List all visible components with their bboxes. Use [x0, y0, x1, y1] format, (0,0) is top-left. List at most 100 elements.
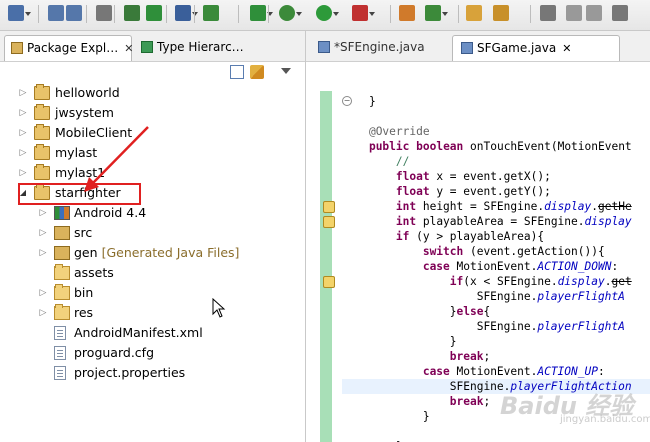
collapsed-arrow-icon[interactable]: ▷	[38, 223, 48, 243]
toolbar-separator	[268, 5, 269, 23]
tab-sfengine-java[interactable]: *SFEngine.java	[310, 35, 448, 61]
code-line[interactable]: int height = SFEngine.display.getHe	[342, 199, 650, 214]
fold-icon[interactable]: −	[342, 96, 352, 106]
tree-item-decoration: [Generated Java Files]	[101, 245, 240, 260]
code-line[interactable]: switch (event.getAction()){	[342, 244, 650, 259]
collapsed-arrow-icon[interactable]: ▷	[18, 163, 28, 183]
code-line[interactable]: case MotionEvent.ACTION_DOWN:	[342, 259, 650, 274]
forward-icon[interactable]	[586, 5, 602, 21]
code-line[interactable]: }else{	[342, 304, 650, 319]
project-icon	[34, 144, 50, 160]
code-line[interactable]: //	[342, 154, 650, 169]
tree-item-project[interactable]: ▷ jwsystem	[0, 103, 300, 123]
new-android-project-icon[interactable]	[250, 5, 273, 21]
code-line[interactable]: SFEngine.playerFlightA	[342, 319, 650, 334]
annotation-icon[interactable]	[540, 5, 556, 21]
tree-item-child[interactable]: assets	[0, 263, 300, 283]
tree-item-child[interactable]: proguard.cfg	[0, 343, 300, 363]
code-line[interactable]: }	[342, 94, 650, 109]
collapsed-arrow-icon[interactable]: ▷	[38, 243, 48, 263]
code-line[interactable]: SFEngine.playerFlightA	[342, 289, 650, 304]
new-package-icon[interactable]	[399, 5, 415, 21]
tab-sfgame-java[interactable]: SFGame.java ✕	[452, 35, 620, 61]
tree-item-label: src	[74, 223, 92, 243]
code-line[interactable]: public boolean onTouchEvent(MotionEvent	[342, 139, 650, 154]
code-line[interactable]: case MotionEvent.ACTION_UP:	[342, 364, 650, 379]
collapsed-arrow-icon[interactable]: ▷	[18, 103, 28, 123]
file-icon	[54, 366, 66, 380]
tree-item-child[interactable]: ▷ Android 4.4	[0, 203, 300, 223]
print-icon[interactable]	[96, 5, 112, 21]
tree-item-label: assets	[74, 263, 114, 283]
back-icon[interactable]	[566, 5, 582, 21]
code-line[interactable]: break;	[342, 349, 650, 364]
tree-item-label: MobileClient	[55, 125, 133, 140]
code-line[interactable]	[342, 424, 650, 439]
toolbar-separator	[530, 5, 531, 23]
tab-sfgame-label: SFGame.java	[477, 41, 557, 55]
close-icon[interactable]: ✕	[124, 37, 133, 61]
tree-item-label: project.properties	[74, 363, 185, 383]
warning-icon[interactable]	[323, 276, 335, 288]
package-explorer-icon	[11, 42, 23, 54]
tree-item-name: bin	[74, 285, 94, 300]
save-all-icon[interactable]	[66, 5, 82, 21]
code-line[interactable]: if (y > playableArea){	[342, 229, 650, 244]
android-library-icon	[54, 206, 70, 220]
collapsed-arrow-icon[interactable]: ▷	[38, 283, 48, 303]
task-icon[interactable]	[203, 5, 219, 21]
run-icon[interactable]	[316, 5, 339, 21]
tree-item-project[interactable]: ▷ MobileClient	[0, 123, 300, 143]
code-line[interactable]: float x = event.getX();	[342, 169, 650, 184]
link-with-editor-icon[interactable]	[250, 65, 264, 79]
type-hierarchy-icon	[141, 41, 153, 53]
debug-icon[interactable]	[279, 5, 302, 21]
search-icon[interactable]	[493, 5, 509, 21]
collapsed-arrow-icon[interactable]: ▷	[38, 203, 48, 223]
tree-item-child[interactable]: ▷ res	[0, 303, 300, 323]
tree-item-project[interactable]: ▷ mylast1	[0, 163, 300, 183]
collapse-all-icon[interactable]	[230, 65, 244, 79]
code-line[interactable]: @Override	[342, 124, 650, 139]
tree-item-project[interactable]: ▷ mylast	[0, 143, 300, 163]
collapsed-arrow-icon[interactable]: ▷	[18, 83, 28, 103]
import-icon[interactable]	[124, 5, 140, 21]
tab-package-explorer-label: Package Expl…	[27, 41, 119, 55]
collapsed-arrow-icon[interactable]: ▷	[18, 143, 28, 163]
android-sdk-icon[interactable]	[146, 5, 162, 21]
package-explorer-panel: Package Expl… ✕ Type Hierarc… ▷ helloworld…	[0, 31, 306, 442]
tree-item-project[interactable]: ▷ helloworld	[0, 83, 300, 103]
close-icon[interactable]: ✕	[562, 37, 571, 61]
tab-type-hierarchy[interactable]: Type Hierarc…	[135, 35, 300, 61]
toolbar-separator	[38, 5, 39, 23]
new-icon[interactable]	[8, 5, 31, 21]
save-icon[interactable]	[48, 5, 64, 21]
code-line[interactable]	[342, 109, 650, 124]
tree-item-child[interactable]: ▷ gen [Generated Java Files]	[0, 243, 300, 263]
tree-item-label: mylast	[55, 145, 98, 160]
run-config-icon[interactable]	[352, 5, 375, 21]
editor-tab-bar: *SFEngine.java SFGame.java ✕	[306, 31, 650, 62]
collapsed-arrow-icon[interactable]: ▷	[18, 123, 28, 143]
highlight-box	[18, 183, 141, 205]
code-line[interactable]: int playableArea = SFEngine.display	[342, 214, 650, 229]
tree-item-child[interactable]: AndroidManifest.xml	[0, 323, 300, 343]
skip-breakpoints-icon[interactable]	[175, 5, 198, 21]
code-line[interactable]: if(x < SFEngine.display.get	[342, 274, 650, 289]
code-editor[interactable]: } @Override public boolean onTouchEvent(…	[342, 61, 650, 442]
java-file-icon	[318, 41, 330, 53]
code-line[interactable]: }	[342, 334, 650, 349]
tree-item-child[interactable]: ▷ src	[0, 223, 300, 243]
new-class-icon[interactable]	[425, 5, 448, 21]
open-type-icon[interactable]	[466, 5, 482, 21]
code-line[interactable]: float y = event.getY();	[342, 184, 650, 199]
view-menu-icon[interactable]	[281, 68, 291, 74]
warning-icon[interactable]	[323, 201, 335, 213]
tree-item-child[interactable]: project.properties	[0, 363, 300, 383]
toolbar-separator	[194, 5, 195, 23]
collapsed-arrow-icon[interactable]: ▷	[38, 303, 48, 323]
tab-package-explorer[interactable]: Package Expl… ✕	[4, 35, 133, 61]
maximize-icon[interactable]	[612, 5, 628, 21]
warning-icon[interactable]	[323, 216, 335, 228]
tree-item-child[interactable]: ▷ bin	[0, 283, 300, 303]
